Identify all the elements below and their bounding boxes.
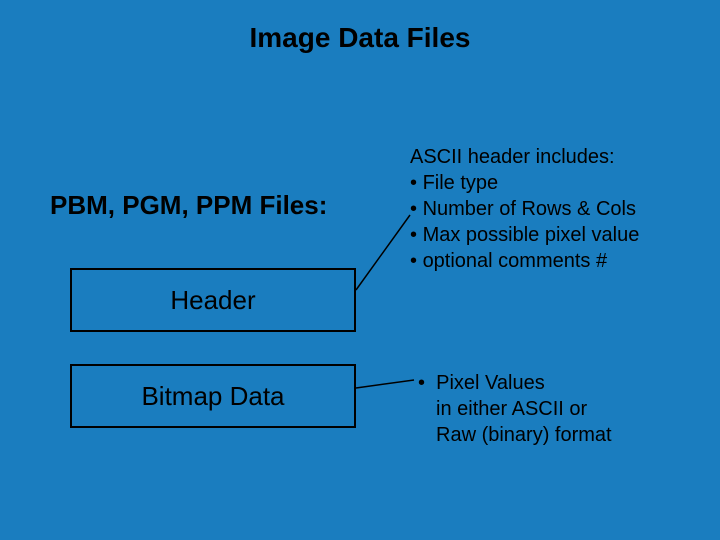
bitmap-box: Bitmap Data (70, 364, 356, 428)
bitmap-desc-lead-text: Pixel Values (436, 372, 545, 394)
connector-line-header (356, 215, 410, 290)
bitmap-desc-lead: • Pixel Values (418, 370, 612, 396)
header-desc-lead: ASCII header includes: (410, 144, 639, 170)
header-box: Header (70, 268, 356, 332)
bitmap-description: • Pixel Values in either ASCII or Raw (b… (418, 370, 612, 448)
slide-title: Image Data Files (0, 22, 720, 54)
bitmap-desc-line: Raw (binary) format (418, 422, 612, 448)
bitmap-desc-line: in either ASCII or (418, 396, 612, 422)
file-types-heading: PBM, PGM, PPM Files: (50, 190, 327, 221)
connector-line-bitmap (356, 380, 414, 388)
header-desc-item: Number of Rows & Cols (410, 196, 639, 222)
bitmap-box-label: Bitmap Data (141, 381, 284, 412)
header-description: ASCII header includes: File type Number … (410, 144, 639, 274)
header-box-label: Header (170, 285, 255, 316)
header-desc-item: optional comments # (410, 248, 639, 274)
header-desc-item: File type (410, 170, 639, 196)
header-desc-item: Max possible pixel value (410, 222, 639, 248)
header-desc-list: File type Number of Rows & Cols Max poss… (410, 170, 639, 274)
